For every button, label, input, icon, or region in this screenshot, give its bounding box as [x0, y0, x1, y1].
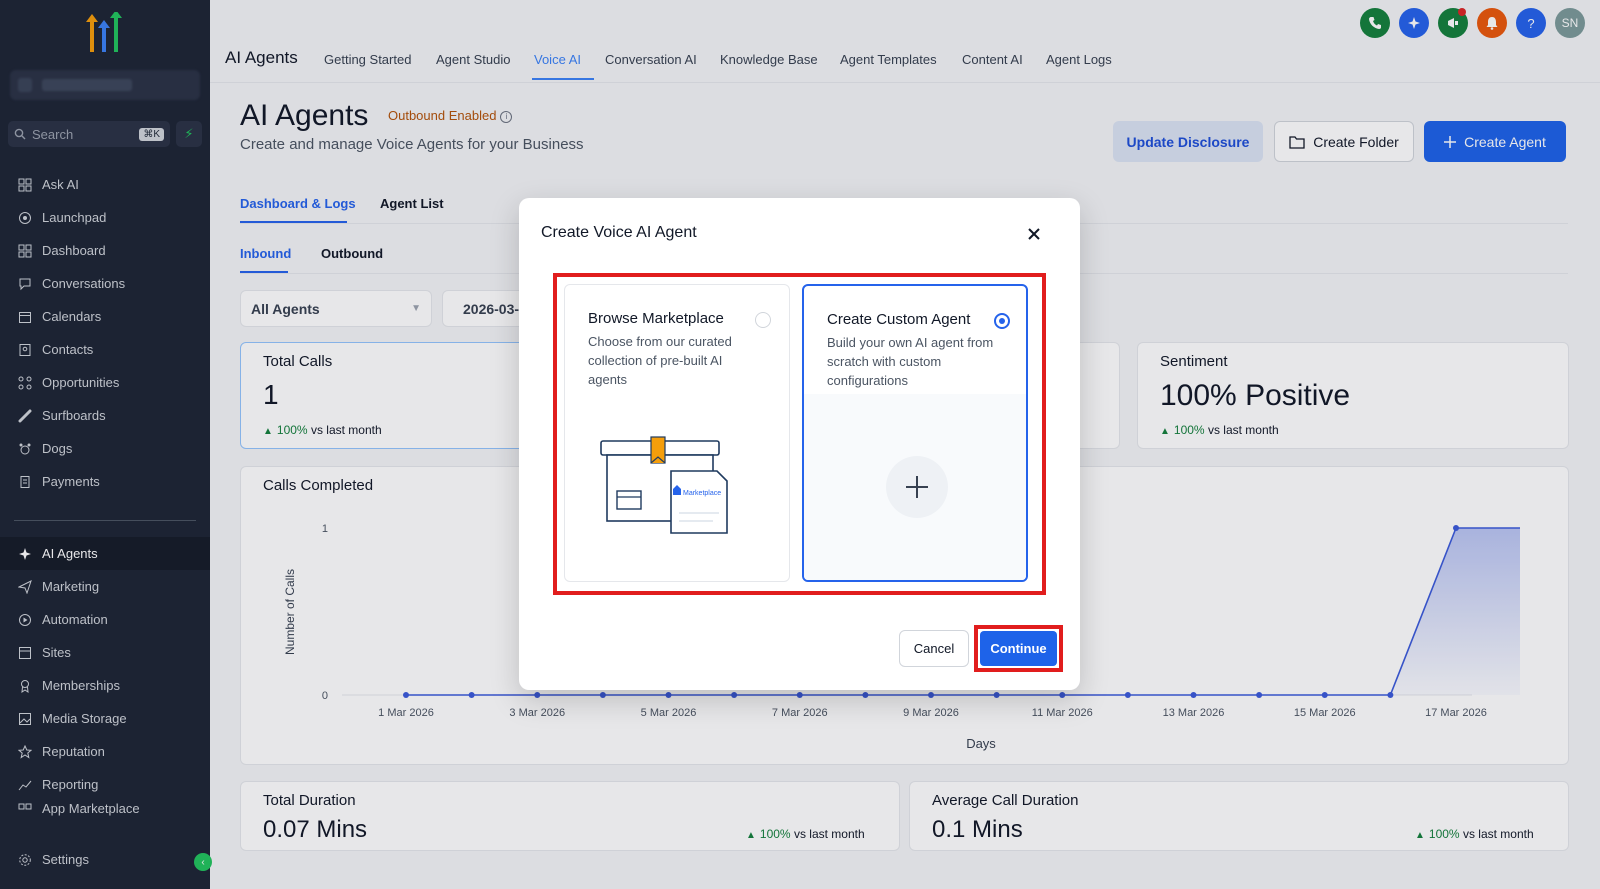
- cancel-button[interactable]: Cancel: [899, 630, 969, 667]
- option-description: Build your own AI agent from scratch wit…: [827, 335, 994, 388]
- option-title: Browse Marketplace: [588, 310, 724, 327]
- close-button[interactable]: [1024, 224, 1044, 244]
- option-title: Create Custom Agent: [827, 311, 971, 328]
- option-description: Choose from our curated collection of pr…: [588, 334, 732, 387]
- plus-icon: [906, 476, 928, 498]
- marketplace-illustration-label: Marketplace: [683, 490, 721, 497]
- add-custom-agent-button[interactable]: [886, 456, 948, 518]
- custom-agent-preview: [804, 394, 1026, 580]
- browse-marketplace-radio[interactable]: [755, 312, 771, 328]
- continue-label: Continue: [990, 641, 1047, 656]
- create-custom-agent-radio[interactable]: [994, 313, 1010, 329]
- option-create-custom-agent[interactable]: Create Custom Agent Build your own AI ag…: [802, 284, 1028, 582]
- continue-highlight: Continue: [974, 625, 1063, 672]
- marketplace-box-illustration: Marketplace: [600, 436, 728, 534]
- modal-title: Create Voice AI Agent: [541, 224, 697, 241]
- create-voice-agent-modal: Create Voice AI Agent Browse Marketplace…: [519, 198, 1080, 690]
- continue-button[interactable]: Continue: [980, 631, 1057, 666]
- option-browse-marketplace[interactable]: Browse Marketplace Choose from our curat…: [564, 284, 790, 582]
- cancel-label: Cancel: [913, 641, 955, 656]
- close-icon: [1028, 228, 1040, 240]
